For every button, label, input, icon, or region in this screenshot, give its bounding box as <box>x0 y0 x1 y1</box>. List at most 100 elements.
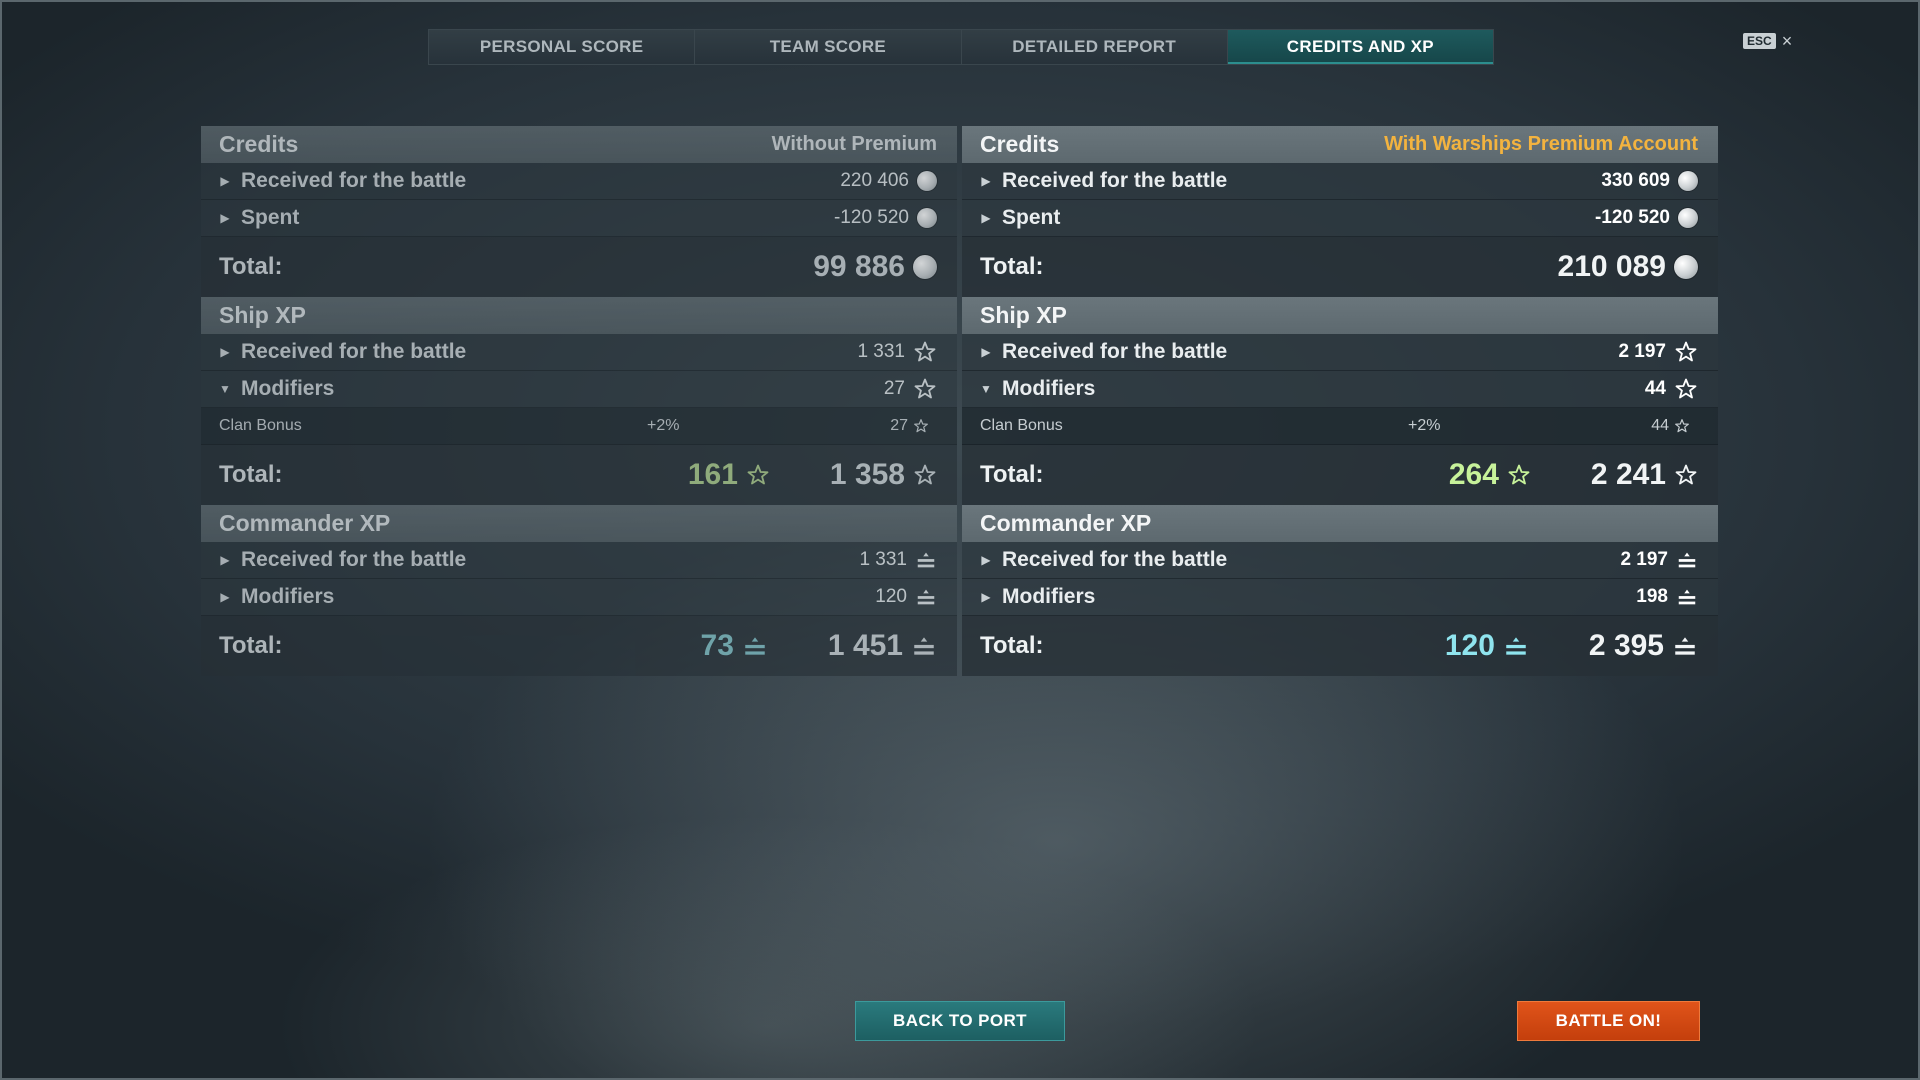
silver-coin-icon <box>1678 208 1698 228</box>
esc-key-badge: ESC <box>1743 33 1776 49</box>
total-value: 99 886 <box>813 250 905 283</box>
commander-xp-header: Commander XP <box>962 505 1718 542</box>
star-icon <box>913 418 929 434</box>
account-type-note: Without Premium <box>771 133 937 155</box>
ship-xp-modifiers-row[interactable]: ▼ Modifiers 44 <box>962 371 1718 408</box>
star-icon <box>1674 377 1698 401</box>
credits-received-row[interactable]: ▶ Received for the battle 220 406 <box>201 163 957 200</box>
row-value: 1 331 <box>859 549 907 570</box>
total-value: 1 451 <box>827 629 903 662</box>
silver-coin-icon <box>917 171 937 191</box>
caret-right-icon[interactable]: ▶ <box>219 345 231 359</box>
row-label: Received for the battle <box>241 340 467 363</box>
close-button[interactable]: ESC × <box>1743 31 1793 51</box>
caret-right-icon[interactable]: ▶ <box>980 174 992 188</box>
section-title: Ship XP <box>219 302 306 328</box>
commander-xp-icon <box>915 549 937 571</box>
modifier-percent: +2% <box>1408 417 1441 434</box>
silver-coin-icon <box>1674 255 1698 279</box>
row-label: Received for the battle <box>1002 548 1228 571</box>
commander-xp-modifiers-row[interactable]: ▶ Modifiers 120 <box>201 579 957 616</box>
row-label: Modifiers <box>1002 377 1096 400</box>
row-value: 2 197 <box>1620 549 1668 570</box>
row-label: Received for the battle <box>1002 169 1228 192</box>
tab-detailed-report[interactable]: DETAILED REPORT <box>961 30 1228 64</box>
row-value: 44 <box>1644 378 1666 399</box>
credits-received-row[interactable]: ▶ Received for the battle 330 609 <box>962 163 1718 200</box>
back-to-port-button[interactable]: BACK TO PORT <box>855 1001 1065 1041</box>
row-value: 220 406 <box>840 170 909 191</box>
account-type-note: With Warships Premium Account <box>1384 133 1698 155</box>
credits-header: Credits Without Premium <box>201 126 957 163</box>
commander-xp-total-row: Total: 120 2 395 <box>962 616 1718 676</box>
row-label: Modifiers <box>1002 585 1096 608</box>
commander-xp-icon <box>742 633 768 659</box>
star-icon <box>746 463 770 487</box>
credits-spent-row[interactable]: ▶ Spent -120 520 <box>201 200 957 237</box>
commander-xp-total-row: Total: 73 1 451 <box>201 616 957 676</box>
commander-xp-received-row[interactable]: ▶ Received for the battle 2 197 <box>962 542 1718 579</box>
total-label: Total: <box>219 461 283 488</box>
credits-header: Credits With Warships Premium Account <box>962 126 1718 163</box>
panel-with-premium: Credits With Warships Premium Account ▶ R… <box>962 126 1718 676</box>
star-icon <box>1674 463 1698 487</box>
total-label: Total: <box>980 253 1044 280</box>
caret-right-icon[interactable]: ▶ <box>980 345 992 359</box>
section-title: Credits <box>219 131 299 157</box>
row-value: -120 520 <box>1594 207 1670 228</box>
free-commander-xp-value: 120 <box>1444 629 1495 662</box>
caret-right-icon[interactable]: ▶ <box>219 211 231 225</box>
silver-coin-icon <box>917 208 937 228</box>
caret-right-icon[interactable]: ▶ <box>219 553 231 567</box>
ship-xp-received-row[interactable]: ▶ Received for the battle 2 197 <box>962 334 1718 371</box>
row-value: -120 520 <box>833 207 909 228</box>
row-label: Received for the battle <box>241 548 467 571</box>
credits-spent-row[interactable]: ▶ Spent -120 520 <box>962 200 1718 237</box>
commander-xp-received-row[interactable]: ▶ Received for the battle 1 331 <box>201 542 957 579</box>
star-icon <box>913 463 937 487</box>
silver-coin-icon <box>1678 171 1698 191</box>
total-value: 2 241 <box>1590 458 1666 491</box>
row-value: 120 <box>875 586 907 607</box>
caret-down-icon[interactable]: ▼ <box>219 382 231 396</box>
row-value: 1 331 <box>857 341 905 362</box>
credits-total-row: Total: 210 089 <box>962 237 1718 297</box>
caret-down-icon[interactable]: ▼ <box>980 382 992 396</box>
ship-xp-total-row: Total: 161 1 358 <box>201 445 957 505</box>
clan-bonus-row: Clan Bonus +2% 27 <box>201 408 957 445</box>
section-title: Credits <box>980 131 1060 157</box>
panel-without-premium: Credits Without Premium ▶ Received for th… <box>201 126 957 676</box>
caret-right-icon[interactable]: ▶ <box>980 590 992 604</box>
caret-right-icon[interactable]: ▶ <box>219 174 231 188</box>
commander-xp-icon <box>1672 633 1698 659</box>
tab-credits-and-xp[interactable]: CREDITS AND XP <box>1227 30 1493 64</box>
commander-xp-icon <box>911 633 937 659</box>
caret-right-icon[interactable]: ▶ <box>980 211 992 225</box>
total-label: Total: <box>980 632 1044 659</box>
row-value: 198 <box>1636 586 1668 607</box>
total-value: 2 395 <box>1588 629 1664 662</box>
row-label: Received for the battle <box>241 169 467 192</box>
modifier-percent: +2% <box>647 417 680 434</box>
row-label: Received for the battle <box>1002 340 1228 363</box>
total-label: Total: <box>219 253 283 280</box>
commander-xp-modifiers-row[interactable]: ▶ Modifiers 198 <box>962 579 1718 616</box>
free-xp-value: 264 <box>1448 458 1499 491</box>
total-value: 210 089 <box>1557 250 1666 283</box>
caret-right-icon[interactable]: ▶ <box>980 553 992 567</box>
row-label: Spent <box>241 206 300 229</box>
caret-right-icon[interactable]: ▶ <box>219 590 231 604</box>
tab-team-score[interactable]: TEAM SCORE <box>695 30 962 64</box>
commander-xp-icon <box>1676 549 1698 571</box>
battle-on-button[interactable]: BATTLE ON! <box>1517 1001 1700 1041</box>
ship-xp-modifiers-row[interactable]: ▼ Modifiers 27 <box>201 371 957 408</box>
total-value: 1 358 <box>829 458 905 491</box>
modifier-value: 44 <box>1651 417 1669 434</box>
tab-personal-score[interactable]: PERSONAL SCORE <box>429 30 696 64</box>
ship-xp-header: Ship XP <box>962 297 1718 334</box>
modifier-name: Clan Bonus <box>219 417 302 434</box>
ship-xp-received-row[interactable]: ▶ Received for the battle 1 331 <box>201 334 957 371</box>
close-icon: × <box>1781 31 1793 51</box>
total-label: Total: <box>980 461 1044 488</box>
free-xp-value: 161 <box>687 458 738 491</box>
